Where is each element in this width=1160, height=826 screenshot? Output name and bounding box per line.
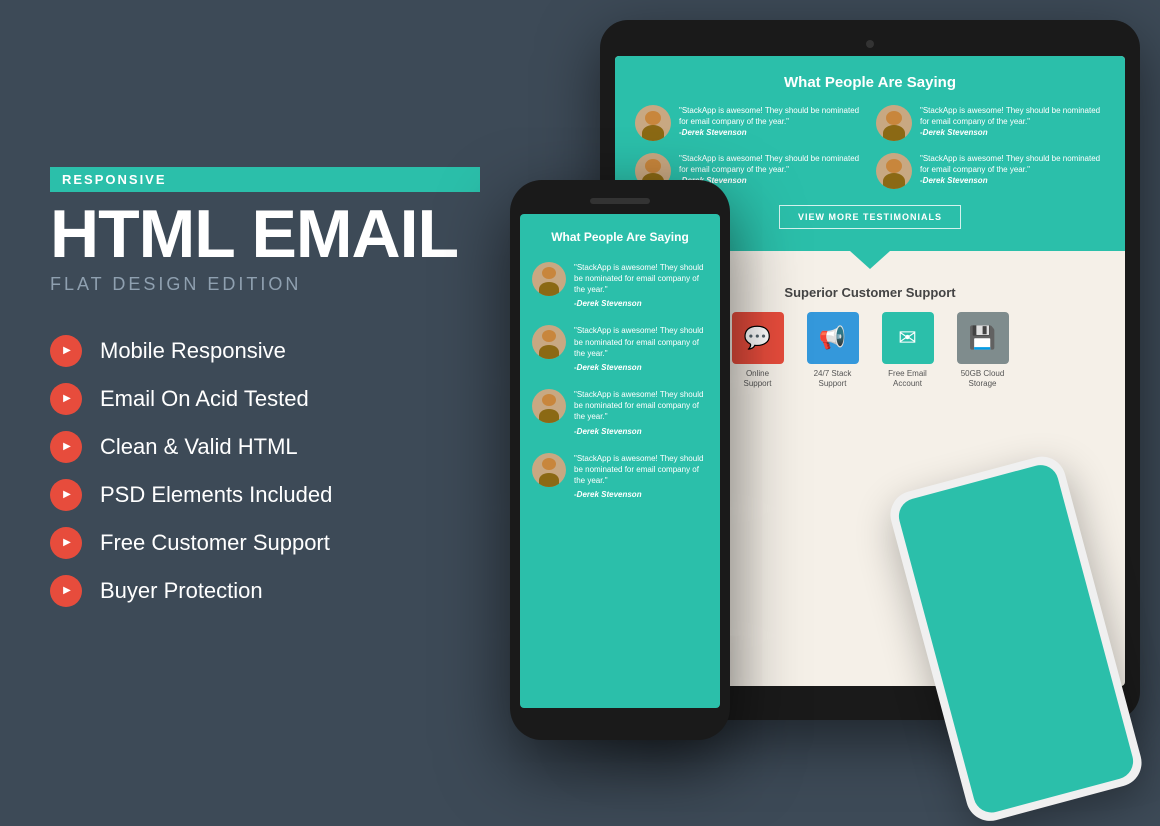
phone-testimonial-text-3: "StackApp is awesome! They should be nom… bbox=[574, 453, 708, 501]
feature-icon-free-support bbox=[50, 527, 82, 559]
support-label-online-support: OnlineSupport bbox=[743, 369, 771, 390]
support-label-cloud-storage: 50GB CloudStorage bbox=[961, 369, 1005, 390]
support-icon-card-24-7-support: 📢 24/7 StackSupport bbox=[800, 312, 865, 390]
phone-speaker bbox=[590, 198, 650, 204]
phone-testimonial-text-0: "StackApp is awesome! They should be nom… bbox=[574, 262, 708, 310]
phone-testimonial-3: "StackApp is awesome! They should be nom… bbox=[520, 445, 720, 509]
support-icon-box-online-support: 💬 bbox=[732, 312, 784, 364]
feature-label-mobile-responsive: Mobile Responsive bbox=[100, 338, 286, 364]
testimonials-section-title: What People Are Saying bbox=[635, 74, 1105, 91]
view-more-testimonials-button[interactable]: VIEW MORE TESTIMONIALS bbox=[779, 205, 961, 229]
testimonial-card-3: "StackApp is awesome! They should be nom… bbox=[876, 153, 1105, 189]
phone-avatar-1 bbox=[532, 325, 566, 359]
feature-icon-buyer-protection bbox=[50, 575, 82, 607]
feature-label-clean-valid-html: Clean & Valid HTML bbox=[100, 434, 298, 460]
phone-avatar-0 bbox=[532, 262, 566, 296]
testimonial-avatar-1 bbox=[876, 105, 912, 141]
testimonial-avatar-0 bbox=[635, 105, 671, 141]
testimonial-card-0: "StackApp is awesome! They should be nom… bbox=[635, 105, 864, 141]
phone-testimonial-author-2: -Derek Stevenson bbox=[574, 426, 708, 437]
phone-testimonial-author-3: -Derek Stevenson bbox=[574, 489, 708, 500]
feature-item-mobile-responsive: Mobile Responsive bbox=[50, 335, 480, 367]
feature-label-free-support: Free Customer Support bbox=[100, 530, 330, 556]
phone-testimonial-1: "StackApp is awesome! They should be nom… bbox=[520, 317, 720, 381]
feature-icon-clean-valid-html bbox=[50, 431, 82, 463]
feature-item-free-support: Free Customer Support bbox=[50, 527, 480, 559]
phone-testimonial-text-2: "StackApp is awesome! They should be nom… bbox=[574, 389, 708, 437]
feature-list: Mobile Responsive Email On Acid Tested C… bbox=[50, 335, 480, 607]
feature-icon-psd-elements bbox=[50, 479, 82, 511]
main-title: HTML EMAIL bbox=[50, 200, 480, 268]
phone-testimonial-text-1: "StackApp is awesome! They should be nom… bbox=[574, 325, 708, 373]
testimonials-grid: "StackApp is awesome! They should be nom… bbox=[635, 105, 1105, 189]
feature-icon-mobile-responsive bbox=[50, 335, 82, 367]
phone-avatar-2 bbox=[532, 389, 566, 423]
left-panel: RESPONSIVE HTML EMAIL FLAT DESIGN EDITIO… bbox=[0, 0, 530, 773]
testimonial-author-0: -Derek Stevenson bbox=[679, 127, 864, 138]
testimonial-author-3: -Derek Stevenson bbox=[920, 175, 1105, 186]
feature-item-psd-elements: PSD Elements Included bbox=[50, 479, 480, 511]
phone-screen: What People Are Saying "StackApp is awes… bbox=[520, 214, 720, 708]
feature-label-psd-elements: PSD Elements Included bbox=[100, 482, 332, 508]
phone-device: What People Are Saying "StackApp is awes… bbox=[510, 180, 730, 740]
sub-title: FLAT DESIGN EDITION bbox=[50, 274, 480, 295]
support-icon-card-email-account: ✉ Free EmailAccount bbox=[875, 312, 940, 390]
phone-avatar-3 bbox=[532, 453, 566, 487]
support-icon-box-24-7-support: 📢 bbox=[807, 312, 859, 364]
feature-label-email-acid-tested: Email On Acid Tested bbox=[100, 386, 309, 412]
phone-section-title: What People Are Saying bbox=[520, 214, 720, 254]
feature-item-buyer-protection: Buyer Protection bbox=[50, 575, 480, 607]
tablet-camera bbox=[866, 40, 874, 48]
support-label-24-7-support: 24/7 StackSupport bbox=[814, 369, 852, 390]
support-label-email-account: Free EmailAccount bbox=[888, 369, 927, 390]
phone-testimonial-2: "StackApp is awesome! They should be nom… bbox=[520, 381, 720, 445]
feature-label-buyer-protection: Buyer Protection bbox=[100, 578, 263, 604]
phone-testimonial-0: "StackApp is awesome! They should be nom… bbox=[520, 254, 720, 318]
support-icon-card-online-support: 💬 OnlineSupport bbox=[725, 312, 790, 390]
testimonial-avatar-3 bbox=[876, 153, 912, 189]
testimonial-author-1: -Derek Stevenson bbox=[920, 127, 1105, 138]
testimonial-card-1: "StackApp is awesome! They should be nom… bbox=[876, 105, 1105, 141]
support-icon-card-cloud-storage: 💾 50GB CloudStorage bbox=[950, 312, 1015, 390]
feature-item-clean-valid-html: Clean & Valid HTML bbox=[50, 431, 480, 463]
support-icon-box-cloud-storage: 💾 bbox=[957, 312, 1009, 364]
testimonial-text-1: "StackApp is awesome! They should be nom… bbox=[920, 105, 1105, 139]
testimonial-text-3: "StackApp is awesome! They should be nom… bbox=[920, 153, 1105, 187]
support-icon-box-email-account: ✉ bbox=[882, 312, 934, 364]
responsive-badge: RESPONSIVE bbox=[50, 167, 480, 192]
feature-icon-email-acid-tested bbox=[50, 383, 82, 415]
divider-arrow bbox=[850, 251, 890, 269]
feature-item-email-acid-tested: Email On Acid Tested bbox=[50, 383, 480, 415]
phone-testimonial-author-0: -Derek Stevenson bbox=[574, 298, 708, 309]
right-panel: What People Are Saying "StackApp is awes… bbox=[460, 0, 1160, 773]
phone-testimonial-author-1: -Derek Stevenson bbox=[574, 362, 708, 373]
testimonial-text-0: "StackApp is awesome! They should be nom… bbox=[679, 105, 864, 139]
